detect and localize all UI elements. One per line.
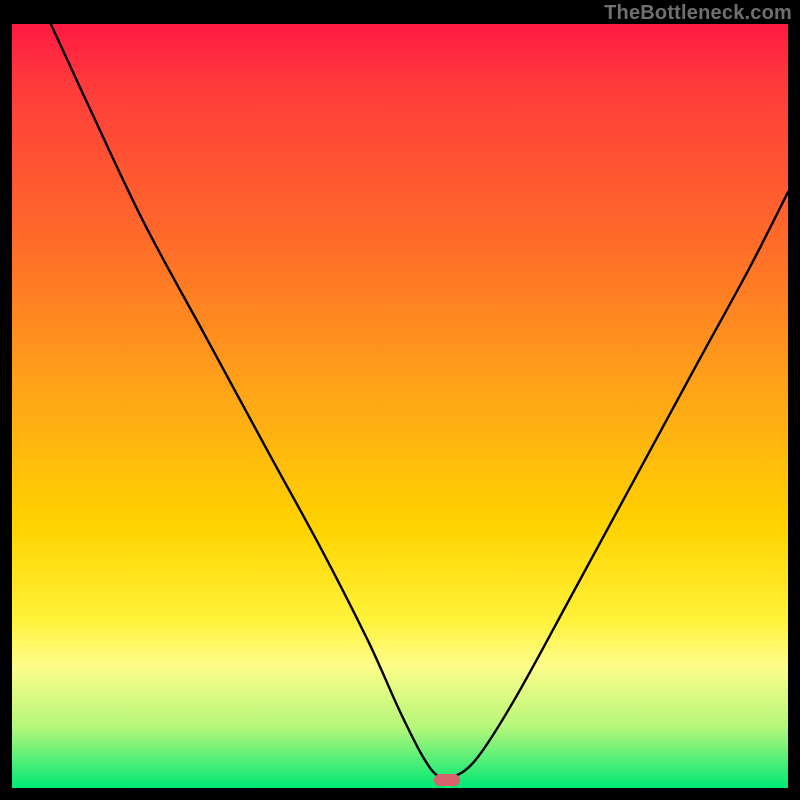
bottleneck-curve (12, 24, 788, 788)
optimal-point-marker (434, 774, 460, 786)
chart-frame (12, 24, 788, 788)
watermark-text: TheBottleneck.com (604, 2, 792, 25)
